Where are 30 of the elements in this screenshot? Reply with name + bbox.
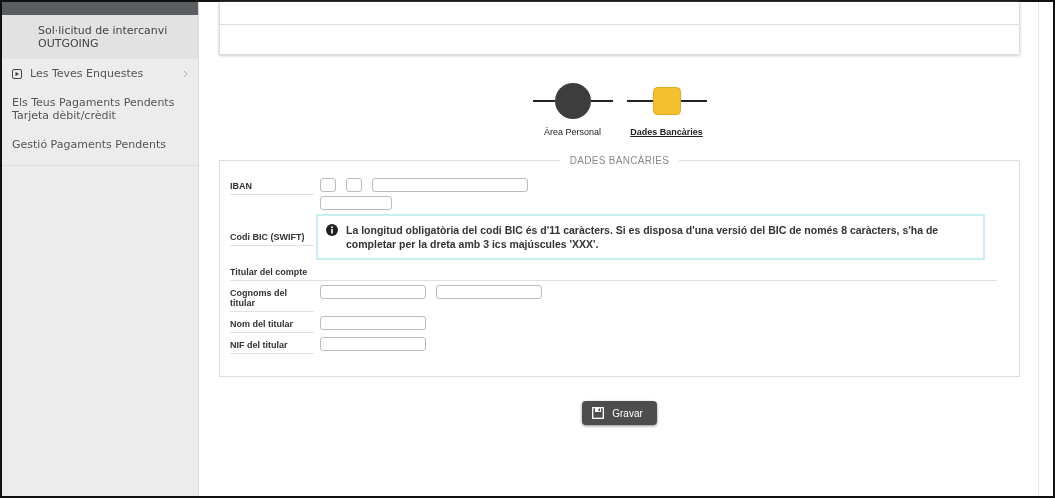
input-field[interactable] (320, 316, 426, 330)
sidebar-item[interactable]: Les Teves Enquestes (2, 59, 198, 88)
input-field[interactable] (320, 196, 392, 210)
play-icon (12, 68, 22, 79)
input-field[interactable] (346, 178, 362, 192)
field-label: Cognoms del titular (230, 285, 314, 312)
connector-line (590, 100, 613, 102)
field-label: NIF del titular (230, 337, 314, 354)
save-button[interactable]: Gravar (582, 401, 657, 425)
input-field[interactable] (372, 178, 528, 192)
input-field[interactable] (436, 285, 542, 299)
connector-line (626, 100, 653, 102)
input-field[interactable] (320, 337, 426, 351)
section-title: DADES BANCÀRIES (568, 155, 671, 166)
sidebar-item[interactable]: Els Teus Pagaments Pendents Tarjeta dèbit/crèdit (2, 88, 198, 130)
info-text: La longitud obligatòria del codi BIC és d'11 caràcters. Si es disposa d'una versió del BIC de només 8 caràcters, s'ha de completar per la dreta amb 3 ics majúscules 'XXX'. (346, 223, 940, 251)
input-field[interactable] (320, 285, 426, 299)
field-label: Nom del titular (230, 316, 314, 333)
chevron-icon (183, 69, 188, 78)
field-label: IBAN (230, 178, 314, 195)
input-field[interactable] (320, 178, 336, 192)
info-icon (326, 224, 338, 236)
sidebar-item[interactable]: Gestió Pagaments Pendents (2, 130, 198, 159)
step-link[interactable]: Dades Bancàries (630, 127, 703, 137)
step-link[interactable]: Àrea Personal (543, 127, 601, 137)
connector-line (680, 100, 707, 102)
field-label: Titular del compte (230, 266, 308, 279)
connector-line (532, 100, 555, 102)
sidebar-item[interactable]: Sol·licitud de intercanvi OUTGOING (2, 15, 198, 59)
field-label: Codi BIC (SWIFT) (230, 228, 314, 246)
